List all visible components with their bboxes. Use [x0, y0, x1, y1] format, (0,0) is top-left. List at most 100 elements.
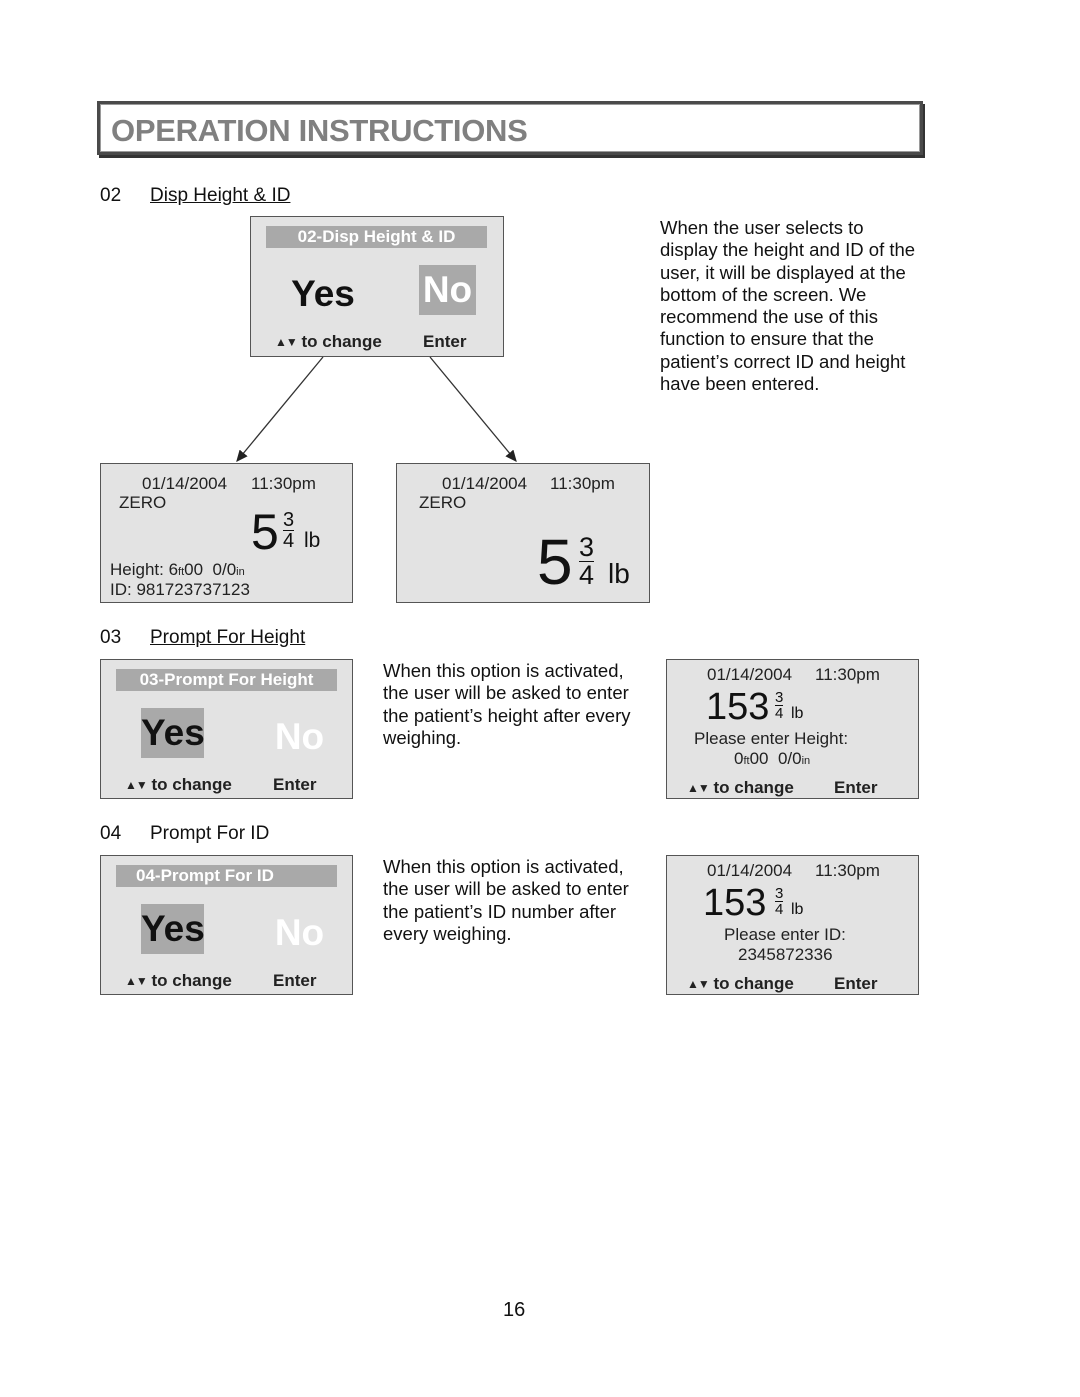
up-down-arrows-icon: ▲▼	[125, 974, 148, 988]
description-line: the user will be asked to enter	[383, 878, 629, 900]
description-line: every weighing.	[383, 922, 512, 944]
section-04-title: Prompt For ID	[150, 823, 270, 844]
section-02-description: When the user selects to display the hei…	[660, 217, 950, 395]
date: 01/14/2004	[142, 474, 228, 493]
fraction-numerator: 3	[283, 509, 295, 531]
time: 11:30pm	[815, 861, 880, 880]
enter-label: Enter	[834, 778, 878, 797]
option-yes-selected[interactable]: Yes	[141, 904, 205, 954]
change-hint-label: to change	[713, 974, 794, 993]
menu-title: 03-Prompt For Height	[116, 669, 337, 691]
time: 11:30pm	[251, 474, 316, 493]
change-hint: ▲▼ to change	[125, 971, 232, 991]
enter-label: Enter	[423, 332, 467, 351]
section-02-title: Disp Height & ID	[150, 185, 291, 206]
arrow-to-with-height-id	[236, 356, 324, 463]
up-down-arrows-icon: ▲▼	[687, 781, 710, 795]
weight-unit: lb	[791, 901, 804, 918]
description-line: the user will be asked to enter	[383, 682, 629, 704]
weight-unit: lb	[608, 558, 630, 589]
description-line: bottom of the screen. We	[660, 283, 867, 305]
page-title: OPERATION INSTRUCTIONS	[111, 113, 528, 148]
section-03-number: 03	[100, 627, 122, 648]
section-04-description: When this option is activated, the user …	[383, 856, 653, 945]
weight-fraction: 3 4	[283, 509, 295, 552]
lcd-prompt-id: 01/14/2004 11:30pm 153 3 4 lb Please ent…	[666, 855, 919, 995]
description-line: recommend the use of this	[660, 306, 878, 328]
description-line: When the user selects to	[660, 217, 864, 238]
page-number: 16	[503, 1299, 526, 1321]
lcd-prompt-height: 01/14/2004 11:30pm 153 3 4 lb Please ent…	[666, 659, 919, 799]
change-hint: ▲▼ to change	[687, 778, 794, 798]
height-value: 00 0/0	[184, 560, 237, 579]
prompt-text: Please enter Height:	[694, 729, 849, 748]
weight-whole: 5	[537, 526, 573, 598]
in-unit: in	[236, 566, 245, 578]
weight-fraction: 3 4	[775, 689, 784, 722]
fraction-denominator: 4	[579, 560, 595, 590]
lcd-menu-prompt-for-height: 03-Prompt For Height Yes No ▲▼ to change…	[100, 659, 353, 799]
lcd-result-without-height-id: 01/14/2004 11:30pm ZERO 5 3 4 lb	[396, 463, 650, 603]
description-line: When this option is activated,	[383, 660, 624, 681]
height-label: Height: 6	[110, 560, 179, 579]
up-down-arrows-icon: ▲▼	[125, 778, 148, 792]
description-line: function to ensure that the	[660, 328, 874, 350]
option-no[interactable]: No	[271, 908, 328, 958]
lcd-menu-prompt-for-id: 04-Prompt For ID Yes No ▲▼ to change Ent…	[100, 855, 353, 995]
prompt-text: Please enter ID:	[724, 925, 846, 944]
enter-label: Enter	[273, 775, 317, 794]
description-line: the patient’s ID number after	[383, 900, 617, 922]
up-down-arrows-icon: ▲▼	[687, 977, 710, 991]
description-line: When this option is activated,	[383, 856, 624, 877]
change-hint: ▲▼ to change	[687, 974, 794, 994]
id-input-value[interactable]: 2345872336	[738, 945, 833, 965]
option-yes-selected[interactable]: Yes	[141, 708, 205, 758]
fraction-numerator: 3	[775, 885, 784, 902]
fraction-denominator: 4	[283, 530, 295, 552]
description-line: have been entered.	[660, 373, 820, 395]
change-hint: ▲▼ to change	[125, 775, 232, 795]
zero-status: ZERO	[119, 493, 167, 512]
fraction-denominator: 4	[775, 705, 784, 722]
height-readout: Height: 6ft00 0/0in	[110, 560, 245, 580]
section-03-description: When this option is activated, the user …	[383, 660, 653, 749]
change-hint-label: to change	[713, 778, 794, 797]
option-no[interactable]: No	[271, 712, 328, 762]
change-hint-label: to change	[151, 971, 232, 990]
enter-label: Enter	[273, 971, 317, 990]
change-hint-label: to change	[301, 332, 382, 351]
weight-whole: 153	[706, 686, 770, 728]
option-no-selected[interactable]: No	[419, 265, 476, 315]
inch-value: 00 0/0	[749, 749, 802, 768]
weight-whole: 5	[251, 504, 279, 560]
weight-unit: lb	[304, 529, 321, 552]
date: 01/14/2004	[707, 665, 793, 684]
enter-label: Enter	[834, 974, 878, 993]
lcd-menu-disp-height-id: 02-Disp Height & ID Yes No ▲▼ to change …	[250, 216, 504, 357]
time: 11:30pm	[550, 474, 615, 493]
option-yes[interactable]: Yes	[287, 269, 359, 319]
height-input-value[interactable]: 0ft00 0/0in	[734, 749, 810, 769]
in-unit: in	[801, 755, 811, 767]
section-02-number: 02	[100, 185, 122, 206]
id-readout: ID: 981723737123	[110, 580, 250, 599]
weight-fraction: 3 4	[775, 885, 784, 917]
change-hint-label: to change	[151, 775, 232, 794]
fraction-numerator: 3	[579, 532, 595, 562]
menu-title: 02-Disp Height & ID	[266, 226, 487, 248]
arrow-to-without-height-id	[429, 356, 517, 463]
fraction-numerator: 3	[775, 689, 784, 706]
description-line: weighing.	[383, 726, 462, 748]
description-line: the patient’s height after every	[383, 704, 631, 726]
section-03-title: Prompt For Height	[150, 627, 306, 648]
section-04-number: 04	[100, 823, 122, 844]
weight-unit: lb	[791, 705, 804, 722]
description-line: patient’s correct ID and height	[660, 350, 906, 372]
change-hint: ▲▼ to change	[275, 332, 382, 352]
description-line: display the height and ID of the	[660, 239, 916, 261]
zero-status: ZERO	[419, 493, 467, 512]
title-banner: OPERATION INSTRUCTIONS	[97, 101, 923, 155]
up-down-arrows-icon: ▲▼	[275, 335, 298, 349]
weight-fraction: 3 4	[579, 532, 595, 590]
lcd-result-with-height-id: 01/14/2004 11:30pm ZERO 5 3 4 lb Height:…	[100, 463, 353, 603]
